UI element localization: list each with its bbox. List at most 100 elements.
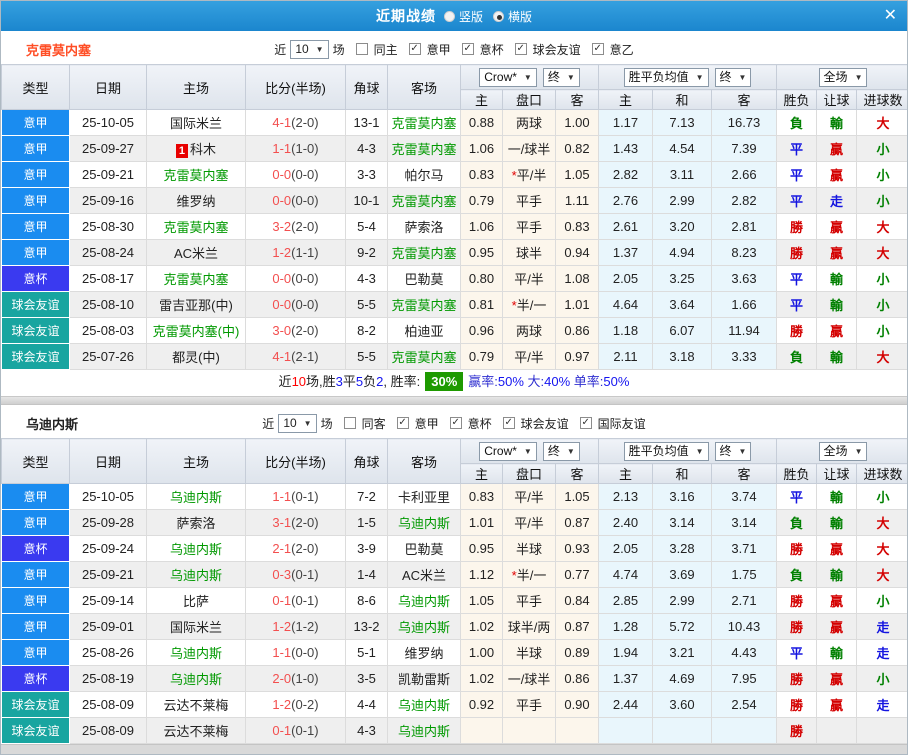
away-team-name: 帕尔马 — [404, 168, 444, 183]
avg-home-odds: 1.43 — [598, 135, 653, 162]
match-count-select[interactable]: 10 ▼ — [278, 413, 317, 433]
home-team: 乌迪内斯 — [146, 639, 246, 666]
filter-controls: 近 10 ▼ 场 同客 ✓ 意甲 ✓ 意杯 ✓ 球会友谊 ✓ 国际友谊 — [261, 413, 646, 433]
odds-source-select[interactable]: Crow* ▼ — [479, 441, 537, 461]
league-filter-checkbox[interactable]: ✓ — [461, 43, 474, 55]
away-team: 凯勒雷斯 — [387, 665, 461, 692]
score-cell: 0-0(0-0) — [245, 265, 346, 292]
match-row: 意甲 25-08-24 AC米兰 1-2(1-1) 9-2 克雷莫内塞 0.95 球半 0.94… — [1, 239, 907, 266]
league-filter-checkbox[interactable]: ✓ — [502, 417, 515, 429]
subheader-1: 盘口 — [502, 89, 556, 110]
league-filter-checkbox[interactable]: ✓ — [449, 417, 462, 429]
handicap-line-text: 平手 — [515, 220, 542, 235]
radio-icon — [493, 10, 504, 22]
handicap-home-odds: 1.05 — [460, 587, 503, 614]
avg-type-select[interactable]: 胜平负均值 ▼ — [623, 441, 709, 461]
avg-home-odds: 1.28 — [598, 613, 653, 640]
home-team-name: 乌迪内斯 — [169, 490, 222, 505]
home-team-name: 比萨 — [182, 594, 209, 609]
avg-draw-odds: 3.28 — [652, 535, 712, 562]
result-handicap: 贏 — [816, 535, 858, 562]
radio-vertical-layout[interactable]: 竖版 — [443, 8, 483, 25]
scope-select[interactable]: 全场 ▼ — [818, 441, 868, 461]
home-team-name: 克雷莫内塞(中) — [152, 324, 240, 339]
avg-draw-odds: 3.14 — [652, 509, 712, 536]
dropdown-caret-icon: ▼ — [523, 72, 532, 82]
result-handicap: 輸 — [816, 343, 858, 370]
league-filter-checkbox[interactable]: ✓ — [514, 43, 527, 55]
corner-score: 4-3 — [345, 717, 388, 744]
league-filter-checkbox[interactable]: ✓ — [579, 417, 592, 429]
dropdown-caret-icon: ▼ — [695, 446, 704, 456]
same-venue-checkbox[interactable] — [343, 417, 356, 429]
half-time-score: (2-0) — [291, 115, 319, 130]
away-team: 维罗纳 — [387, 639, 461, 666]
score-cell: 0-0(0-0) — [245, 161, 346, 188]
scope-select[interactable]: 全场 ▼ — [818, 67, 868, 87]
full-time-score: 1-2 — [272, 697, 292, 712]
radio-horizontal-layout[interactable]: 横版 — [493, 8, 532, 25]
full-time-score: 0-0 — [272, 193, 292, 208]
avg-draw-odds: 4.69 — [652, 665, 712, 692]
odds-stage-select[interactable]: 终 ▼ — [542, 67, 580, 87]
home-team: 1 科木 — [146, 135, 246, 162]
summary-text: 50% — [497, 374, 524, 389]
away-team: 巴勒莫 — [387, 535, 461, 562]
odds-stage-select[interactable]: 终 ▼ — [542, 441, 580, 461]
match-row: 意甲 25-09-27 1 科木 1-1(1-0) 4-3 克雷莫内塞 1.06 一/球半 0.8… — [1, 135, 907, 162]
avg-draw-odds — [652, 717, 712, 744]
avg-draw-odds: 4.54 — [652, 135, 712, 162]
league-filter-checkbox[interactable]: ✓ — [408, 43, 421, 55]
avg-stage-select[interactable]: 终 ▼ — [714, 441, 752, 461]
result-goals: 小 — [856, 161, 907, 188]
match-row: 球会友谊 25-08-09 云达不莱梅 1-2(0-2) 4-4 乌迪内斯 0.92 平手 0.… — [1, 691, 907, 718]
match-row: 意杯 25-08-17 克雷莫内塞 0-0(0-0) 4-3 巴勒莫 0.80 平/半 1.08… — [1, 265, 907, 292]
avg-type-select[interactable]: 胜平负均值 ▼ — [623, 67, 709, 87]
handicap-line-text: 两球 — [515, 116, 542, 131]
subheader-3: 主 — [598, 463, 653, 484]
handicap-line-text: 球半 — [515, 246, 542, 261]
handicap-line: 半球 — [502, 535, 556, 562]
score-cell: 2-0(1-0) — [245, 665, 346, 692]
corner-score: 8-6 — [345, 587, 388, 614]
subheader-0: 主 — [460, 463, 503, 484]
home-team: 国际米兰 — [146, 613, 246, 640]
league-badge: 球会友谊 — [1, 343, 70, 370]
league-badge: 意甲 — [1, 213, 70, 240]
avg-home-odds: 1.37 — [598, 239, 653, 266]
radio-label: 横版 — [508, 9, 533, 24]
results-table: 类型 日期 主场 比分(半场) 角球 客场 Crow* ▼ 终 ▼ 胜平负均值 ▼ 终 ▼ 全场 ▼ 主盘口客主… — [1, 438, 907, 744]
handicap-away-odds: 0.86 — [555, 665, 599, 692]
bottom-strip — [1, 744, 907, 754]
away-team: 乌迪内斯 — [387, 691, 461, 718]
half-time-score: (0-0) — [291, 297, 319, 312]
close-icon[interactable]: ✕ — [884, 5, 897, 25]
home-team: 萨索洛 — [146, 509, 246, 536]
match-count-select[interactable]: 10 ▼ — [290, 39, 329, 59]
handicap-line: 平手 — [502, 213, 556, 240]
away-team: 乌迪内斯 — [387, 717, 461, 744]
half-time-score: (0-0) — [291, 271, 319, 286]
subheader-8: 进球数 — [856, 463, 907, 484]
result-handicap: 贏 — [816, 317, 858, 344]
score-cell: 0-1(0-1) — [245, 587, 346, 614]
avg-home-odds: 2.13 — [598, 483, 653, 510]
corner-score: 3-3 — [345, 161, 388, 188]
dropdown-caret-icon: ▼ — [738, 72, 747, 82]
league-badge: 意杯 — [1, 265, 70, 292]
same-venue-checkbox[interactable] — [355, 43, 368, 55]
recent-results-window: 近期战绩 竖版 横版 ✕ 克雷莫内塞近 10 ▼ 场同主 ✓ 意甲 ✓ 意杯 ✓ 球会友谊 ✓ 意乙 类型… — [0, 0, 908, 755]
avg-draw-odds: 3.25 — [652, 265, 712, 292]
avg-stage-select[interactable]: 终 ▼ — [714, 67, 752, 87]
handicap-home-odds: 1.06 — [460, 135, 503, 162]
avg-draw-odds: 2.99 — [652, 187, 712, 214]
odds-source-select[interactable]: Crow* ▼ — [479, 67, 537, 87]
corner-score: 5-4 — [345, 213, 388, 240]
league-filter-checkbox[interactable]: ✓ — [591, 43, 604, 55]
full-time-score: 1-2 — [272, 619, 292, 634]
results-table: 类型 日期 主场 比分(半场) 角球 客场 Crow* ▼ 终 ▼ 胜平负均值 ▼ 终 ▼ 全场 ▼ 主盘口客主… — [1, 64, 907, 370]
league-filter-checkbox[interactable]: ✓ — [396, 417, 409, 429]
handicap-away-odds: 0.86 — [555, 317, 599, 344]
corner-score: 5-1 — [345, 639, 388, 666]
avg-away-odds: 2.71 — [710, 587, 778, 614]
